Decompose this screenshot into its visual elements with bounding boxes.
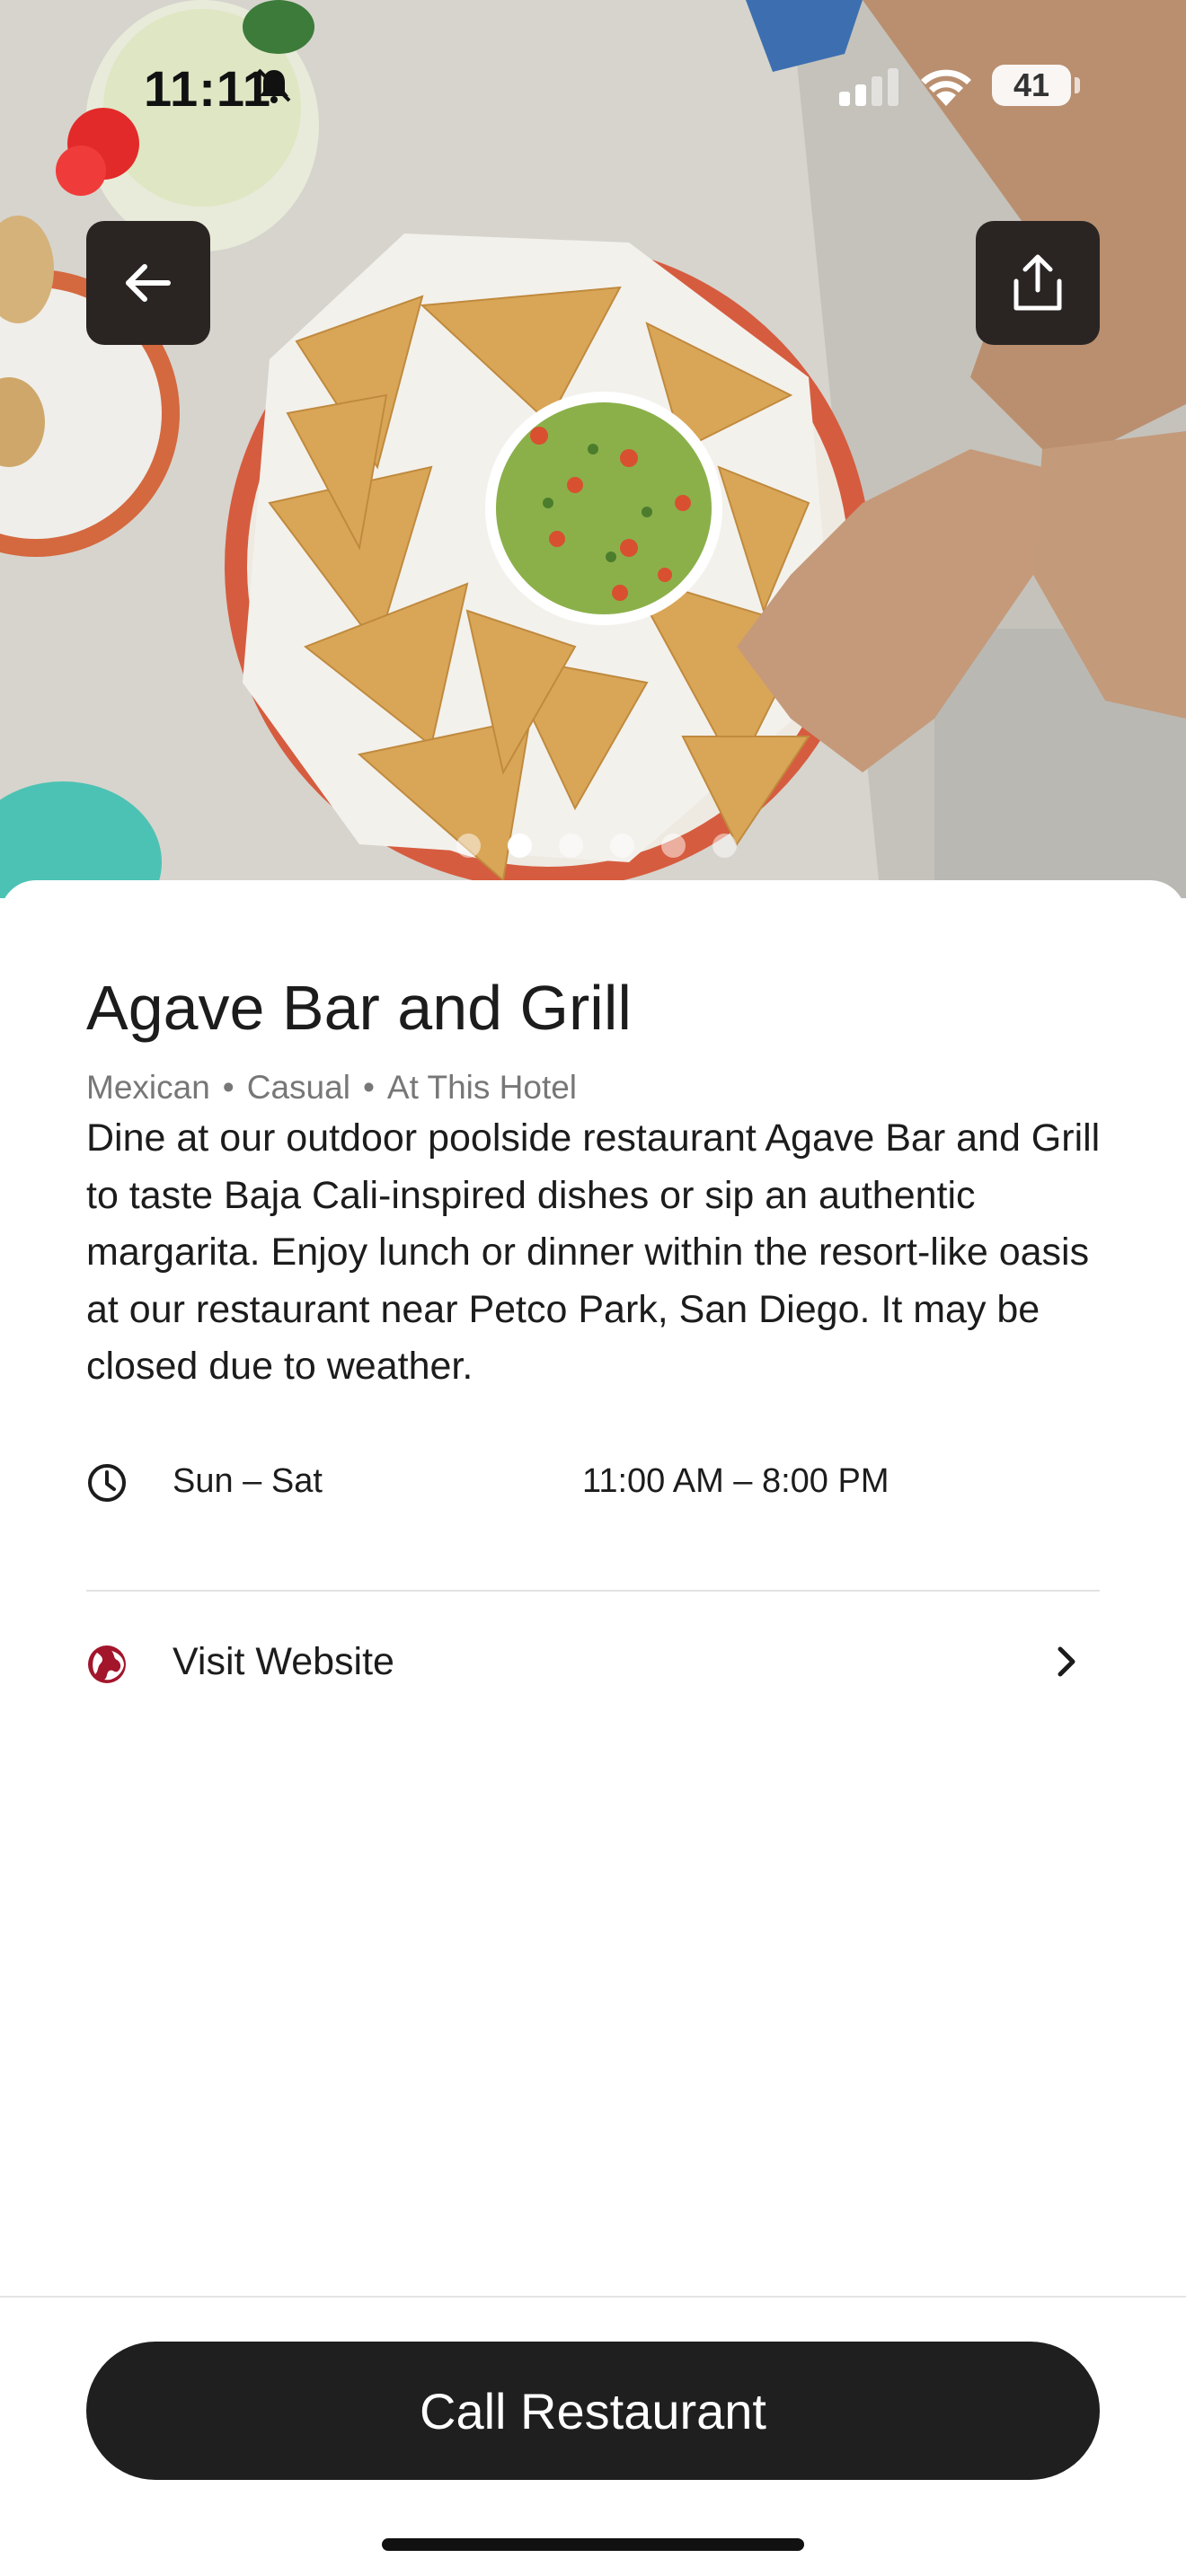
home-indicator[interactable] xyxy=(382,2538,804,2551)
tag-cuisine: Mexican xyxy=(86,1069,210,1106)
hero-image-carousel[interactable]: 11:11 41 xyxy=(0,0,1186,898)
arrow-left-icon xyxy=(126,264,171,302)
share-icon xyxy=(1013,254,1062,311)
carousel-dot[interactable] xyxy=(712,833,737,858)
bottom-bar-divider xyxy=(0,2296,1186,2298)
tag-separator: • xyxy=(222,1069,235,1106)
globe-icon xyxy=(88,1645,126,1683)
visit-website-label: Visit Website xyxy=(173,1640,394,1683)
tag-separator: • xyxy=(362,1069,375,1106)
hours-days: Sun – Sat xyxy=(173,1462,323,1500)
carousel-dot[interactable] xyxy=(661,833,686,858)
clock-icon xyxy=(88,1464,126,1502)
restaurant-tags: Mexican • Casual • At This Hotel xyxy=(86,1069,577,1107)
tag-location: At This Hotel xyxy=(386,1069,578,1106)
call-restaurant-button[interactable]: Call Restaurant xyxy=(86,2342,1100,2480)
visit-website-link[interactable]: Visit Website xyxy=(86,1626,1100,1698)
restaurant-name: Agave Bar and Grill xyxy=(86,973,632,1043)
carousel-dot[interactable] xyxy=(456,833,481,858)
chevron-right-icon xyxy=(1058,1646,1075,1677)
carousel-page-indicator[interactable] xyxy=(456,832,737,859)
restaurant-description: Dine at our outdoor poolside restaurant … xyxy=(86,1116,1101,1388)
carousel-dot[interactable] xyxy=(559,833,583,858)
hero-photo xyxy=(0,0,1186,898)
carousel-dot[interactable] xyxy=(508,833,532,858)
carousel-dot[interactable] xyxy=(610,833,634,858)
back-button[interactable] xyxy=(86,221,210,345)
hours-row: Sun – Sat 11:00 AM – 8:00 PM xyxy=(86,1459,1102,1507)
hours-time: 11:00 AM – 8:00 PM xyxy=(582,1462,890,1500)
share-button[interactable] xyxy=(976,221,1100,345)
section-divider xyxy=(86,1590,1100,1592)
tag-style: Casual xyxy=(246,1069,350,1106)
